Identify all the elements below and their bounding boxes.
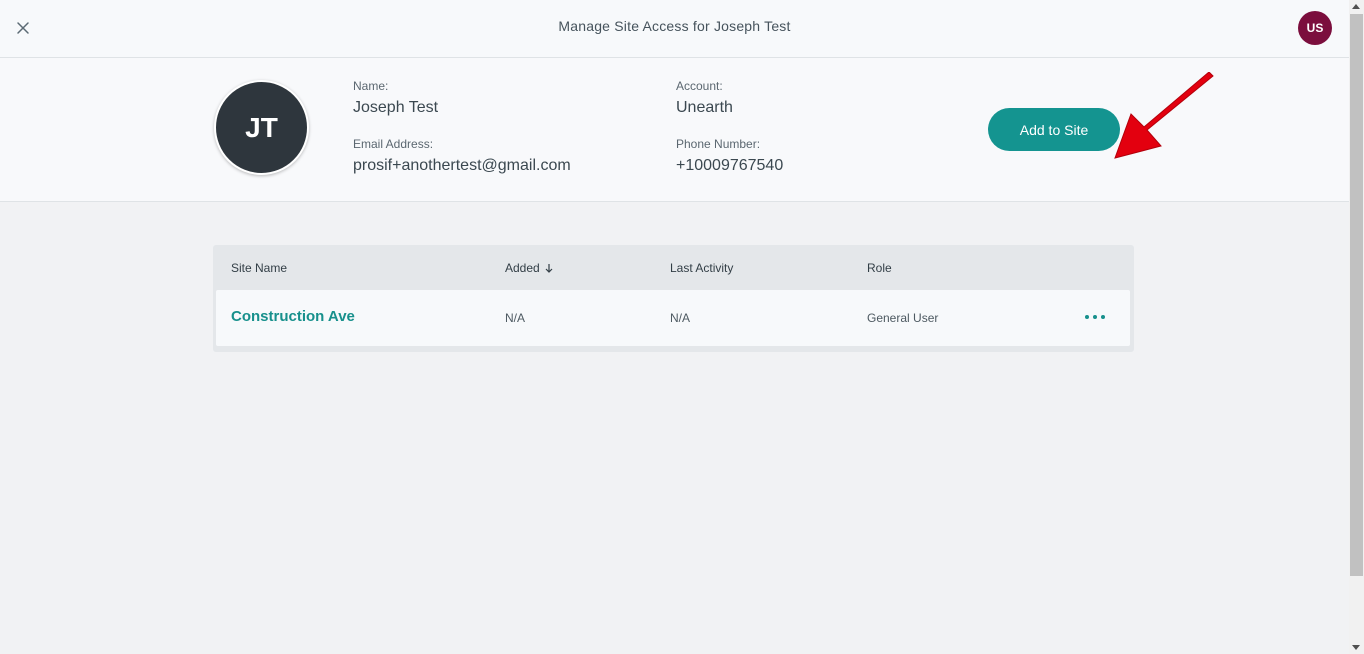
column-header-added[interactable]: Added (505, 261, 554, 275)
column-header-role[interactable]: Role (867, 261, 892, 275)
name-value: Joseph Test (353, 99, 439, 116)
page-title: Manage Site Access for Joseph Test (558, 18, 791, 34)
email-field: Email Address: prosif+anothertest@gmail.… (353, 137, 571, 175)
role-cell: General User (867, 311, 939, 325)
table-header: Site Name Added Last Activity Role (213, 245, 1134, 290)
name-label: Name: (353, 79, 389, 93)
column-header-site-name[interactable]: Site Name (231, 261, 287, 275)
user-profile-panel: JT Name: Joseph Test Email Address: pros… (0, 58, 1349, 202)
phone-value: +10009767540 (676, 157, 784, 174)
annotation-arrow-icon (1114, 72, 1214, 159)
site-name-link[interactable]: Construction Ave (231, 308, 355, 325)
row-actions-button[interactable] (1085, 310, 1105, 324)
added-cell: N/A (505, 311, 526, 325)
scrollbar-thumb[interactable] (1350, 14, 1363, 576)
top-bar: Manage Site Access for Joseph Test US (0, 0, 1349, 58)
email-label: Email Address: (353, 137, 434, 151)
user-avatar: JT (214, 80, 309, 175)
arrow-down-icon (545, 264, 553, 273)
user-avatar-button[interactable]: US (1298, 11, 1332, 45)
account-label: Account: (676, 79, 723, 93)
last-activity-cell: N/A (670, 311, 691, 325)
scroll-up-arrow-icon[interactable] (1352, 4, 1360, 9)
scroll-down-arrow-icon[interactable] (1352, 645, 1360, 650)
add-to-site-button[interactable]: Add to Site (988, 108, 1120, 151)
name-field: Name: Joseph Test (353, 79, 438, 117)
phone-label: Phone Number: (676, 137, 761, 151)
phone-field: Phone Number: +10009767540 (676, 137, 783, 175)
column-header-last-activity[interactable]: Last Activity (670, 261, 733, 275)
column-header-added-label: Added (505, 261, 540, 275)
account-field: Account: Unearth (676, 79, 733, 117)
table-row: Construction Ave N/A N/A General User (216, 290, 1130, 346)
email-value: prosif+anothertest@gmail.com (353, 157, 571, 174)
more-horizontal-icon (1085, 315, 1089, 319)
account-value: Unearth (676, 99, 733, 116)
site-access-table: Site Name Added Last Activity Role Const… (213, 245, 1134, 352)
